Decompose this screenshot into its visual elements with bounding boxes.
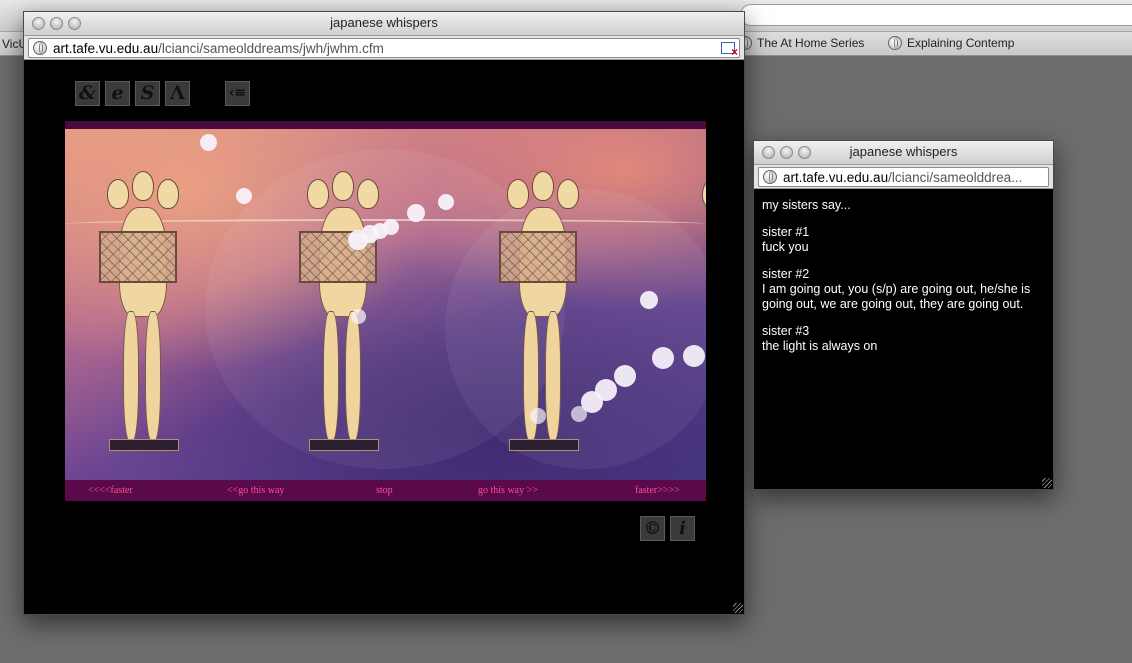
light-bubble	[351, 309, 366, 324]
url-path: /lcianci/sameolddreams/jwh/jwhm.cfm	[158, 40, 384, 56]
light-bubble	[438, 194, 454, 210]
minimize-window-button[interactable]	[780, 146, 793, 159]
sister-quote: I am going out, you (s/p) are going out,…	[762, 282, 1031, 311]
window-title: japanese whispers	[330, 15, 438, 30]
url-host: art.tafe.vu.edu.au	[783, 169, 889, 185]
close-window-button[interactable]	[32, 17, 45, 30]
faster-right-link[interactable]: faster>>>>	[635, 485, 680, 496]
window-titlebar[interactable]: japanese whispers	[754, 141, 1053, 165]
statue-figure	[295, 171, 391, 461]
sister-quote: fuck you	[762, 240, 809, 254]
sisters-text: my sisters say... sister #1 fuck you sis…	[754, 189, 1053, 375]
address-row: art.tafe.vu.edu.au/lcianci/sameolddreams…	[24, 36, 744, 60]
light-bubble	[614, 365, 636, 387]
address-row: art.tafe.vu.edu.au/lcianci/sameolddrea..…	[754, 165, 1053, 189]
url-host: art.tafe.vu.edu.au	[53, 40, 159, 56]
window-title: japanese whispers	[849, 144, 958, 159]
light-bubble	[372, 223, 388, 239]
background-url-bar[interactable]	[740, 4, 1132, 26]
resize-grip[interactable]	[733, 603, 743, 613]
globe-icon	[888, 36, 902, 50]
minimize-window-button[interactable]	[50, 17, 63, 30]
go-right-link[interactable]: go this way >>	[478, 485, 538, 496]
light-bubble	[571, 406, 587, 422]
window-controls	[762, 146, 811, 159]
light-bubble	[407, 204, 425, 222]
info-icon[interactable]: i	[670, 516, 695, 541]
e-icon[interactable]: e	[105, 81, 130, 106]
window-titlebar[interactable]: japanese whispers	[24, 12, 744, 36]
copyright-icon[interactable]: ©	[640, 516, 665, 541]
statue-figure	[690, 171, 706, 461]
globe-icon	[763, 170, 777, 184]
bookmark-item[interactable]: Explaining Contemp	[888, 36, 1014, 50]
sister-entry: sister #3 the light is always on	[762, 324, 1045, 354]
light-bubble	[652, 347, 674, 369]
ampersand-icon[interactable]: &	[75, 81, 100, 106]
close-window-button[interactable]	[762, 146, 775, 159]
light-bubble	[530, 408, 546, 424]
back-menu-icon[interactable]: ‹≡	[225, 81, 250, 106]
sister-quote: the light is always on	[762, 339, 878, 353]
resize-grip[interactable]	[1042, 478, 1052, 488]
intro-text: my sisters say...	[762, 198, 851, 212]
globe-icon	[33, 41, 47, 55]
light-bubble	[200, 134, 217, 151]
window-controls	[32, 17, 81, 30]
stop-link[interactable]: stop	[376, 485, 393, 496]
statue-scene-image	[65, 129, 706, 480]
statue-figure	[95, 171, 191, 461]
side-popup-window: japanese whispers art.tafe.vu.edu.au/lci…	[753, 140, 1054, 490]
light-bubble	[683, 345, 705, 367]
faster-left-link[interactable]: <<<<faster	[88, 485, 133, 496]
sister-label: sister #1	[762, 225, 810, 239]
go-left-link[interactable]: <<go this way	[227, 485, 284, 496]
sister-entry: sister #2 I am going out, you (s/p) are …	[762, 267, 1045, 312]
zoom-window-button[interactable]	[798, 146, 811, 159]
animation-stage[interactable]: <<<<faster <<go this way stop go this wa…	[65, 121, 706, 501]
sister-label: sister #3	[762, 324, 810, 338]
zoom-window-button[interactable]	[68, 17, 81, 30]
sister-label: sister #2	[762, 267, 810, 281]
s-icon[interactable]: S	[135, 81, 160, 106]
caret-up-icon[interactable]: Λ	[165, 81, 190, 106]
main-popup-window: japanese whispers art.tafe.vu.edu.au/lci…	[23, 11, 745, 615]
light-bubble	[640, 291, 658, 309]
sister-entry: sister #1 fuck you	[762, 225, 1045, 255]
playback-controls: <<<<faster <<go this way stop go this wa…	[65, 480, 706, 501]
popup-blocked-icon[interactable]	[721, 42, 738, 57]
address-field[interactable]: art.tafe.vu.edu.au/lcianci/sameolddreams…	[28, 38, 740, 58]
light-bubble	[236, 188, 252, 204]
address-field[interactable]: art.tafe.vu.edu.au/lcianci/sameolddrea..…	[758, 167, 1049, 187]
bookmark-item[interactable]: The At Home Series	[738, 36, 864, 50]
url-path: /lcianci/sameolddrea...	[888, 169, 1023, 185]
